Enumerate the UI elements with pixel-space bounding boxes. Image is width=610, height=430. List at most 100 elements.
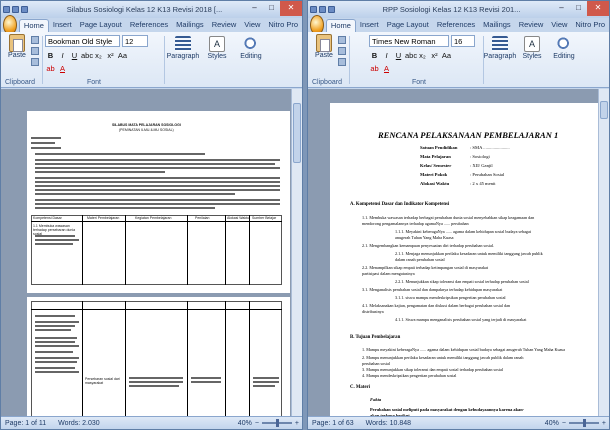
save-icon[interactable] xyxy=(310,6,317,13)
document-area: SILABUS MATA PELAJARAN SOSIOLOGI (PEMINA… xyxy=(1,89,302,417)
title-bar: RPP Sosiologi Kelas 12 K13 Revisi 201...… xyxy=(308,1,609,18)
status-bar: Page: 1 of 63 Words: 10.848 40% − + xyxy=(308,416,609,429)
styles-icon: A xyxy=(209,36,225,52)
tab-page-layout[interactable]: Page Layout xyxy=(76,19,126,32)
zoom-in-icon[interactable]: + xyxy=(602,420,606,427)
zoom-level[interactable]: 40% xyxy=(545,420,559,427)
styles-icon: A xyxy=(524,36,540,52)
tab-mailings[interactable]: Mailings xyxy=(172,19,208,32)
ribbon-tabs: Home Insert Page Layout References Maili… xyxy=(1,15,302,35)
undo-icon[interactable] xyxy=(12,6,19,13)
paste-button[interactable]: Paste xyxy=(312,34,336,74)
page-count[interactable]: Page: 1 of 63 xyxy=(312,420,354,427)
paragraph-button[interactable]: Paragraph xyxy=(483,36,517,60)
word-count[interactable]: Words: 2.030 xyxy=(58,420,100,427)
status-bar: Page: 1 of 11 Words: 2.030 40% − + xyxy=(1,416,302,429)
font-name-select[interactable]: Times New Roman xyxy=(369,35,449,47)
tab-references[interactable]: References xyxy=(126,19,172,32)
minimize-button[interactable]: – xyxy=(246,1,263,16)
italic-button[interactable]: I xyxy=(381,50,392,61)
zoom-out-icon[interactable]: − xyxy=(255,420,259,427)
tab-review[interactable]: Review xyxy=(515,19,548,32)
subscript-button[interactable]: x₂ xyxy=(417,50,428,61)
tab-view[interactable]: View xyxy=(547,19,571,32)
ribbon-tabs: Home Insert Page Layout References Maili… xyxy=(308,15,609,35)
maximize-button[interactable]: □ xyxy=(263,1,280,16)
font-color-button[interactable]: A xyxy=(57,63,68,74)
change-case-button[interactable]: Aa xyxy=(117,50,128,61)
clipboard-icon xyxy=(9,34,25,52)
minimize-button[interactable]: – xyxy=(553,1,570,16)
format-painter-icon[interactable] xyxy=(31,58,39,66)
underline-button[interactable]: U xyxy=(393,50,404,61)
vertical-scrollbar[interactable] xyxy=(291,89,302,416)
strikethrough-button[interactable]: abc xyxy=(405,50,417,61)
font-size-select[interactable]: 16 xyxy=(451,35,475,47)
underline-button[interactable]: U xyxy=(69,50,80,61)
text-highlight-button[interactable]: ab xyxy=(369,63,380,74)
font-size-select[interactable]: 12 xyxy=(122,35,148,47)
editing-button[interactable]: Editing xyxy=(234,36,268,60)
redo-icon[interactable] xyxy=(328,6,335,13)
undo-icon[interactable] xyxy=(319,6,326,13)
right-word-window: RPP Sosiologi Kelas 12 K13 Revisi 201...… xyxy=(307,0,610,430)
scrollbar-thumb[interactable] xyxy=(293,103,301,163)
tab-page-layout[interactable]: Page Layout xyxy=(383,19,433,32)
italic-button[interactable]: I xyxy=(57,50,68,61)
editing-button[interactable]: Editing xyxy=(547,36,581,60)
tab-mailings[interactable]: Mailings xyxy=(479,19,515,32)
copy-icon[interactable] xyxy=(338,47,346,55)
ribbon: Paste Clipboard Bookman Old Style 12 B I… xyxy=(1,32,302,88)
vertical-scrollbar[interactable] xyxy=(598,89,609,416)
font-name-select[interactable]: Bookman Old Style xyxy=(45,35,120,47)
strikethrough-button[interactable]: abc xyxy=(81,50,93,61)
document-area: RENCANA PELAKSANAAN PEMBELAJARAN 1 Satua… xyxy=(308,89,609,419)
zoom-slider[interactable] xyxy=(568,419,599,427)
close-button[interactable]: ✕ xyxy=(587,1,609,16)
font-group-label: Font xyxy=(87,79,102,86)
cut-icon[interactable] xyxy=(31,36,39,44)
section-b-heading: B. Tujuan Pembelajaran xyxy=(350,335,401,340)
scrollbar-thumb[interactable] xyxy=(600,101,608,119)
maximize-button[interactable]: □ xyxy=(570,1,587,16)
copy-icon[interactable] xyxy=(31,47,39,55)
save-icon[interactable] xyxy=(3,6,10,13)
styles-button[interactable]: A Styles xyxy=(515,36,549,60)
redo-icon[interactable] xyxy=(21,6,28,13)
styles-button[interactable]: A Styles xyxy=(200,36,234,60)
tab-references[interactable]: References xyxy=(433,19,479,32)
tab-nitro-pro[interactable]: Nitro Pro xyxy=(571,19,609,32)
tab-nitro-pro[interactable]: Nitro Pro xyxy=(264,19,302,32)
zoom-slider[interactable] xyxy=(261,419,292,427)
zoom-out-icon[interactable]: − xyxy=(562,420,566,427)
paste-button[interactable]: Paste xyxy=(5,34,29,74)
clipboard-icon xyxy=(316,34,332,52)
paragraph-button[interactable]: Paragraph xyxy=(166,36,200,60)
tab-view[interactable]: View xyxy=(240,19,264,32)
change-case-button[interactable]: Aa xyxy=(441,50,452,61)
tab-review[interactable]: Review xyxy=(208,19,241,32)
format-painter-icon[interactable] xyxy=(338,58,346,66)
word-count[interactable]: Words: 10.848 xyxy=(366,420,411,427)
binoculars-icon xyxy=(243,36,259,52)
tab-insert[interactable]: Insert xyxy=(356,19,383,32)
bold-button[interactable]: B xyxy=(45,50,56,61)
zoom-in-icon[interactable]: + xyxy=(295,420,299,427)
subscript-button[interactable]: x₂ xyxy=(93,50,104,61)
cut-icon[interactable] xyxy=(338,36,346,44)
doc-heading: SILABUS MATA PELAJARAN SOSIOLOGI xyxy=(112,123,181,127)
font-group-label: Font xyxy=(412,79,427,86)
superscript-button[interactable]: x² xyxy=(105,50,116,61)
text-highlight-button[interactable]: ab xyxy=(45,63,56,74)
window-title: Silabus Sosiologi Kelas 12 K13 Revisi 20… xyxy=(66,5,223,14)
tab-home[interactable]: Home xyxy=(325,19,356,32)
close-button[interactable]: ✕ xyxy=(280,1,302,16)
page-count[interactable]: Page: 1 of 11 xyxy=(5,420,46,427)
superscript-button[interactable]: x² xyxy=(429,50,440,61)
binoculars-icon xyxy=(556,36,572,52)
font-color-button[interactable]: A xyxy=(381,63,392,74)
bold-button[interactable]: B xyxy=(369,50,380,61)
tab-insert[interactable]: Insert xyxy=(49,19,76,32)
tab-home[interactable]: Home xyxy=(18,19,49,32)
zoom-level[interactable]: 40% xyxy=(238,420,252,427)
